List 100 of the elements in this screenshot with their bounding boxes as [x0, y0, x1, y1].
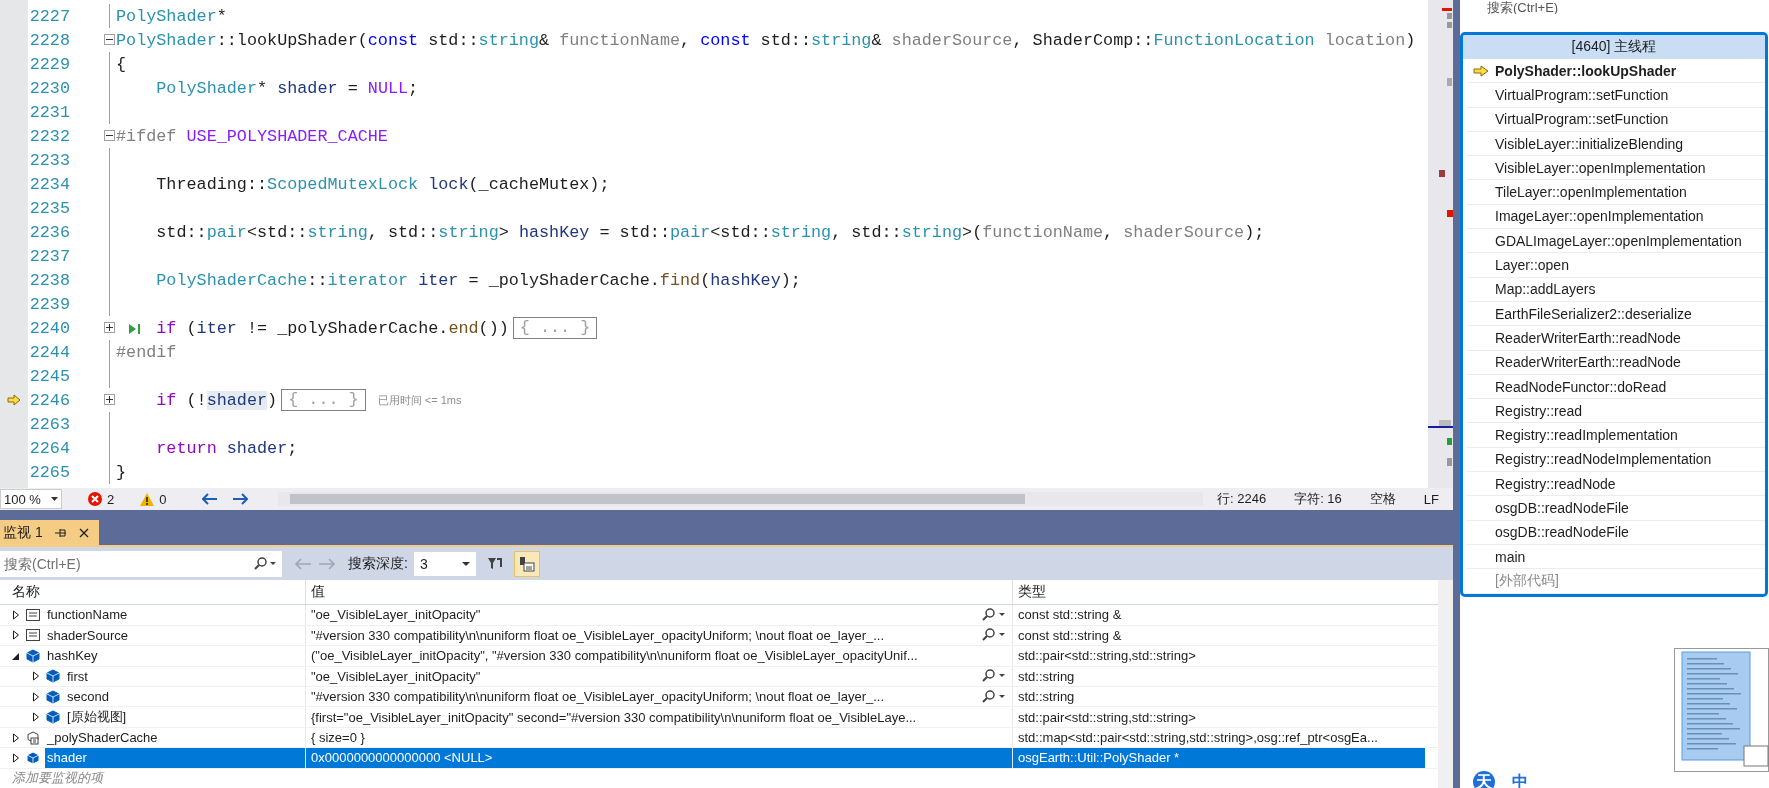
- add-watch-placeholder[interactable]: 添加要监视的项: [0, 768, 103, 788]
- expand-arrow-icon[interactable]: [32, 691, 40, 702]
- visualizer-search-icon[interactable]: [982, 628, 1006, 643]
- expand-arrow-icon[interactable]: [12, 752, 20, 763]
- watch-tab[interactable]: 监视 1: [0, 520, 99, 545]
- watch-type-cell: std::string: [1012, 666, 1425, 686]
- code-token: if: [156, 390, 177, 410]
- elapsed-time-hint: 已用时间 <= 1ms: [377, 392, 462, 408]
- watch-name-cell[interactable]: hashKey: [0, 646, 305, 666]
- watch-type-cell: std::pair<std::string,std::string>: [1012, 707, 1425, 727]
- code-token: ,: [680, 30, 692, 50]
- code-token: functionName: [982, 222, 1104, 242]
- collapse-icon[interactable]: [104, 34, 115, 45]
- close-icon[interactable]: [78, 527, 89, 538]
- code-token: Threading::: [156, 174, 268, 194]
- column-header[interactable]: 名称: [0, 580, 305, 605]
- code-token: &: [539, 30, 551, 50]
- collapse-icon[interactable]: [104, 130, 115, 141]
- pin-icon[interactable]: [54, 527, 67, 538]
- watch-name-cell[interactable]: shaderSource: [0, 625, 305, 646]
- code-token: = std::: [598, 222, 670, 242]
- call-stack-frame[interactable]: ImageLayer::openImplementation: [1467, 204, 1765, 230]
- expand-arrow-icon[interactable]: [12, 630, 20, 641]
- call-stack-frame[interactable]: osgDB::readNodeFile: [1467, 520, 1765, 545]
- call-stack-frame[interactable]: main: [1467, 544, 1765, 570]
- call-stack-frame[interactable]: GDALImageLayer::openImplementation: [1467, 229, 1765, 254]
- call-stack-frame[interactable]: Registry::readImplementation: [1467, 423, 1765, 448]
- search-button[interactable]: [246, 550, 282, 577]
- call-stack-frame[interactable]: VisibleLayer::openImplementation: [1467, 156, 1765, 181]
- filter-icon: [486, 555, 503, 572]
- ime-toolbar-item[interactable]: 中: [1509, 771, 1531, 788]
- visualizer-search-icon[interactable]: [982, 607, 1006, 622]
- call-stack-frame[interactable]: TileLayer::openImplementation: [1467, 180, 1765, 205]
- caret-icon: [51, 497, 58, 501]
- code-token: (: [700, 270, 711, 290]
- code-token: );: [780, 270, 801, 290]
- call-stack-frame[interactable]: [外部代码]: [1467, 569, 1765, 594]
- indent-indicator: 空格: [1369, 490, 1396, 508]
- call-stack-frame[interactable]: Registry::readNode: [1467, 472, 1765, 497]
- call-stack-frame[interactable]: ReadNodeFunctor::doRead: [1467, 374, 1765, 400]
- call-stack-frame[interactable]: VirtualProgram::setFunction: [1467, 107, 1765, 132]
- error-count[interactable]: 2: [88, 491, 115, 507]
- expand-arrow-icon[interactable]: [32, 712, 40, 723]
- watch-name-cell[interactable]: second: [0, 686, 305, 707]
- call-stack-frame[interactable]: Registry::readNodeImplementation: [1467, 447, 1765, 473]
- code-token: shader: [277, 78, 338, 98]
- watch-value-cell: "oe_VisibleLayer_initOpacity": [305, 666, 1012, 686]
- line-number: 2230: [28, 78, 70, 98]
- code-token: USE_POLYSHADER_CACHE: [186, 126, 388, 146]
- code-token: FunctionLocation: [1153, 30, 1315, 50]
- code-token: }: [116, 462, 127, 482]
- expand-arrow-icon[interactable]: [32, 671, 40, 682]
- call-stack-frame[interactable]: EarthFileSerializer2::deserialize: [1467, 301, 1765, 327]
- watch-name-cell[interactable]: functionName: [0, 605, 305, 625]
- code-token: hashKey: [710, 270, 781, 290]
- code-token: >: [498, 222, 509, 242]
- code-token: >(: [962, 222, 983, 242]
- code-token: string: [307, 222, 368, 242]
- expand-arrow-icon[interactable]: [12, 732, 20, 743]
- search-depth-label: 搜索深度:: [348, 554, 408, 573]
- code-token: pair: [206, 222, 247, 242]
- hex-display-button[interactable]: [513, 550, 540, 577]
- call-stack-frame[interactable]: Map::addLayers: [1467, 277, 1765, 302]
- horizontal-scrollbar[interactable]: [278, 492, 1203, 506]
- search-field[interactable]: 搜索(Ctrl+E): [1487, 1, 1559, 14]
- watch-name-cell[interactable]: [原始视图]: [0, 707, 305, 727]
- code-token: *: [216, 6, 227, 26]
- watch-name-cell[interactable]: first: [0, 666, 305, 686]
- code-token: ;: [408, 78, 419, 98]
- back-arrow-icon[interactable]: [202, 493, 219, 505]
- code-token: <std::: [246, 222, 308, 242]
- watch-value-cell: { size=0 }: [305, 727, 1012, 748]
- call-stack-frame[interactable]: Registry::read: [1467, 399, 1765, 424]
- expand-icon[interactable]: [104, 322, 115, 333]
- run-to-click-icon[interactable]: [128, 322, 142, 336]
- call-stack-frame[interactable]: osgDB::readNodeFile: [1467, 496, 1765, 521]
- code-token: shader: [206, 390, 268, 410]
- call-stack-frame[interactable]: ReaderWriterEarth::readNode: [1467, 326, 1765, 351]
- call-stack-frame[interactable]: PolyShader::lookUpShader: [1467, 59, 1765, 84]
- call-stack-frame[interactable]: ReaderWriterEarth::readNode: [1467, 350, 1765, 375]
- call-stack-frame[interactable]: VisibleLayer::initializeBlending: [1467, 131, 1765, 157]
- visualizer-search-icon[interactable]: [982, 669, 1006, 684]
- forward-arrow-icon[interactable]: [232, 493, 249, 505]
- ime-toolbar-item[interactable]: 天: [1473, 771, 1495, 788]
- line-number: 2240: [28, 318, 70, 338]
- column-header[interactable]: 值: [305, 580, 1012, 605]
- call-stack-frame[interactable]: Layer::open: [1467, 253, 1765, 278]
- search-field[interactable]: 搜索(Ctrl+E): [0, 550, 246, 577]
- watch-name-cell[interactable]: _polyShaderCache: [0, 727, 305, 748]
- warning-count[interactable]: 0: [140, 491, 167, 507]
- column-header[interactable]: 类型: [1012, 580, 1425, 605]
- call-stack-frame[interactable]: VirtualProgram::setFunction: [1467, 83, 1765, 108]
- expand-arrow-icon[interactable]: [12, 609, 20, 620]
- line-number: 2235: [28, 198, 70, 218]
- vertical-scrollbar[interactable]: [1438, 580, 1453, 788]
- expand-icon[interactable]: [104, 394, 115, 405]
- zoom-dropdown[interactable]: 100 %: [0, 489, 62, 509]
- search-depth-dropdown[interactable]: 3: [413, 551, 476, 576]
- code-token: iter: [196, 318, 237, 338]
- visualizer-search-icon[interactable]: [982, 689, 1006, 704]
